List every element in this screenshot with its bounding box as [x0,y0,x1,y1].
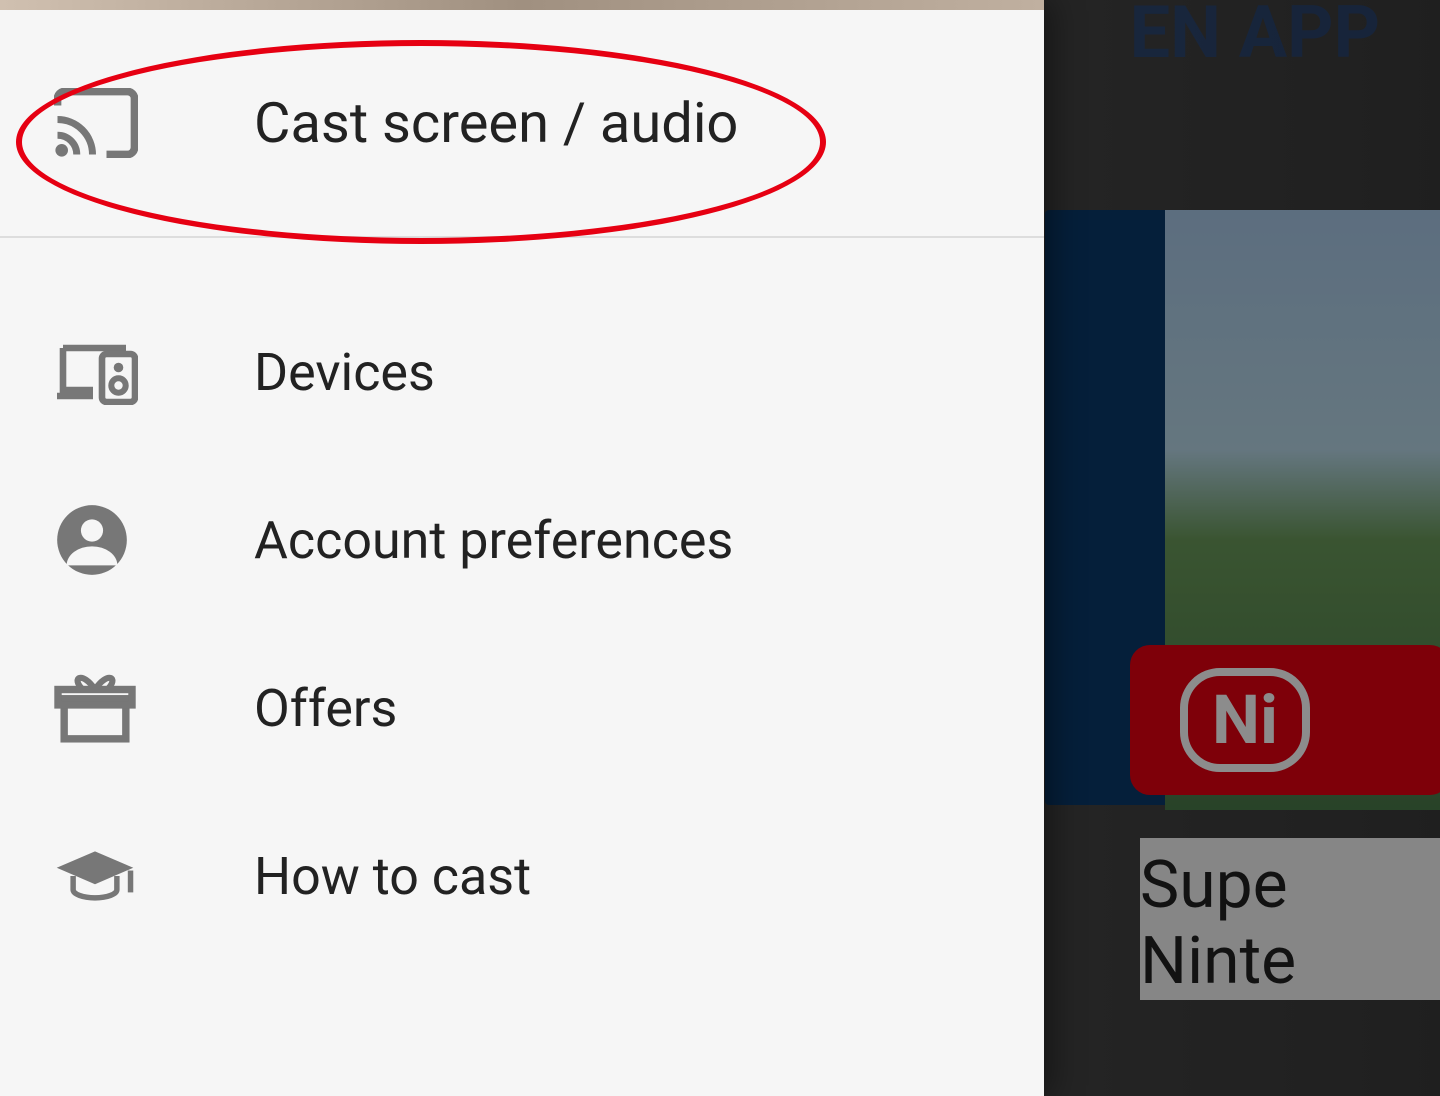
drawer-item-label: Account preferences [254,510,733,571]
account-icon [54,502,254,578]
navigation-drawer: Cast screen / audio Devices [0,0,1044,1096]
graduation-cap-icon [54,847,254,905]
drawer-item-label: How to cast [254,846,531,907]
offers-gift-icon [54,671,254,745]
cast-icon [54,88,254,158]
drawer-item-devices[interactable]: Devices [0,288,1044,456]
drawer-item-offers[interactable]: Offers [0,624,1044,792]
drawer-item-account-preferences[interactable]: Account preferences [0,456,1044,624]
drawer-item-how-to-cast[interactable]: How to cast [0,792,1044,960]
drawer-item-label: Cast screen / audio [254,90,738,156]
drawer-item-label: Devices [254,342,435,403]
devices-icon [54,339,254,405]
drawer-top-image-strip [0,0,1044,10]
drawer-item-cast-screen-audio[interactable]: Cast screen / audio [0,10,1044,238]
drawer-section: Devices Account preferences [0,238,1044,960]
drawer-item-label: Offers [254,678,397,739]
